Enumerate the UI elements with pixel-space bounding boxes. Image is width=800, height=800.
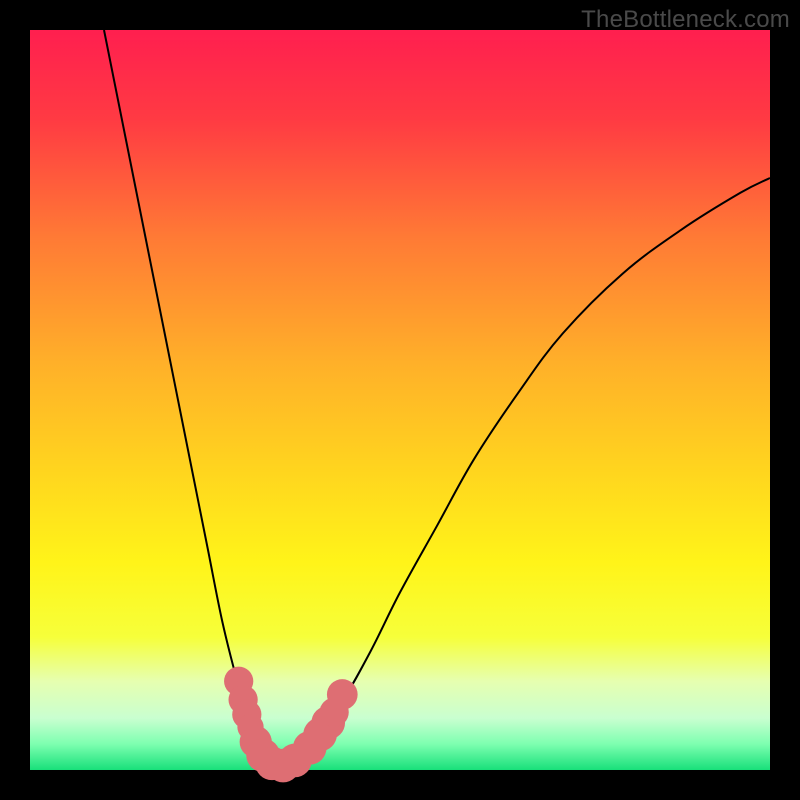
curve-right-branch bbox=[274, 178, 770, 766]
chart-marker bbox=[327, 679, 358, 710]
chart-svg bbox=[30, 30, 770, 770]
watermark-text: TheBottleneck.com bbox=[581, 6, 790, 34]
outer-frame: TheBottleneck.com bbox=[0, 0, 800, 800]
plot-area bbox=[30, 30, 770, 770]
curve-left-branch bbox=[104, 30, 274, 766]
marker-group bbox=[224, 667, 358, 783]
